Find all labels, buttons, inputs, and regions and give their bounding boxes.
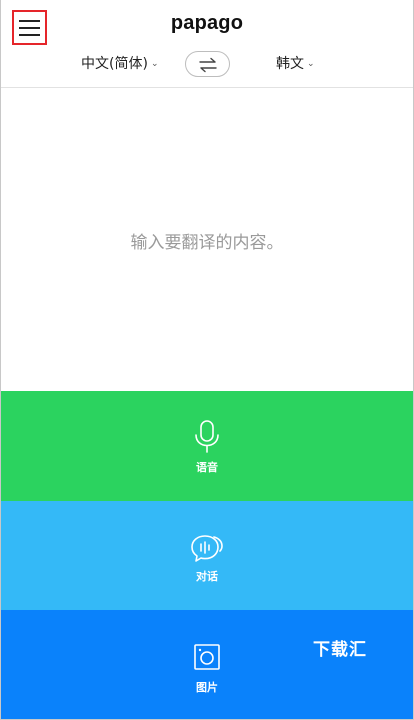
translation-input[interactable]: 输入要翻译的内容。	[1, 88, 413, 391]
source-language-select[interactable]: 中文(简体) ⌄	[81, 50, 158, 80]
swap-arrows-icon	[199, 57, 217, 73]
voice-button[interactable]: 语音	[1, 391, 413, 501]
conversation-button[interactable]: 对话	[1, 501, 413, 611]
voice-label: 语音	[196, 461, 218, 474]
watermark: 下载汇	[313, 640, 367, 660]
target-language-select[interactable]: 韩文 ⌄	[276, 50, 315, 80]
input-placeholder: 输入要翻译的内容。	[130, 233, 284, 253]
chevron-down-icon: ⌄	[150, 59, 159, 69]
image-label: 图片	[196, 681, 218, 694]
papago-app: papago 中文(简体) ⌄ 韩文 ⌄ 输入要翻译的内容。 语音 对话 图片 …	[0, 0, 414, 720]
image-button[interactable]: 图片 下载汇	[1, 610, 413, 719]
chevron-down-icon: ⌄	[307, 59, 315, 69]
language-selector: 中文(简体) ⌄ 韩文 ⌄	[1, 50, 413, 80]
source-language-label: 中文(简体)	[81, 56, 148, 72]
conversation-label: 对话	[196, 570, 218, 583]
chat-bubbles-icon	[191, 535, 223, 562]
microphone-icon	[195, 420, 219, 453]
app-logo: papago	[170, 12, 244, 34]
swap-languages-button[interactable]	[185, 51, 230, 77]
image-camera-icon	[194, 644, 220, 670]
target-language-label: 韩文	[276, 56, 304, 72]
